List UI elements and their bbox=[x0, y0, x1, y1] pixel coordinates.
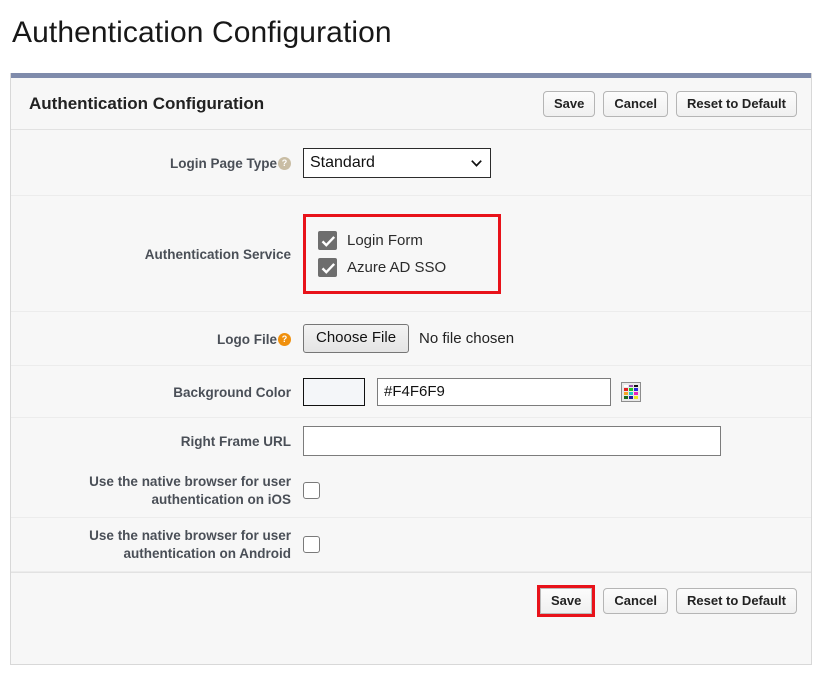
native-browser-ios-field-cell bbox=[303, 482, 793, 499]
form-body: Login Page Type? Standard Authentication… bbox=[11, 130, 811, 572]
cancel-button-top[interactable]: Cancel bbox=[603, 91, 668, 117]
background-color-label-cell: Background Color bbox=[21, 382, 303, 402]
row-authentication-service: Authentication Service Login Form bbox=[11, 196, 811, 312]
native-browser-android-label-cell: Use the native browser for user authenti… bbox=[21, 527, 303, 563]
card-footer: Save Cancel Reset to Default bbox=[11, 572, 811, 628]
native-browser-ios-label-line1: Use the native browser for user bbox=[21, 473, 291, 491]
right-frame-url-input[interactable] bbox=[303, 426, 721, 456]
checkbox-native-browser-ios[interactable] bbox=[303, 482, 320, 499]
login-page-type-label-cell: Login Page Type? bbox=[21, 153, 303, 173]
checkbox-label-login-form: Login Form bbox=[347, 232, 423, 249]
save-button-top[interactable]: Save bbox=[543, 91, 595, 117]
login-page-type-label: Login Page Type bbox=[170, 155, 277, 170]
right-frame-url-label: Right Frame URL bbox=[181, 434, 291, 449]
native-browser-ios-label-cell: Use the native browser for user authenti… bbox=[21, 473, 303, 509]
native-browser-android-label-line1: Use the native browser for user bbox=[21, 527, 291, 545]
reset-to-default-button-top[interactable]: Reset to Default bbox=[676, 91, 797, 117]
color-palette-icon[interactable] bbox=[621, 382, 641, 402]
background-color-label: Background Color bbox=[173, 384, 291, 399]
checkmark-icon bbox=[321, 262, 336, 275]
logo-file-label: Logo File bbox=[217, 331, 277, 346]
authentication-service-label-cell: Authentication Service bbox=[21, 244, 303, 264]
color-swatch-preview[interactable] bbox=[303, 378, 365, 406]
row-background-color: Background Color bbox=[11, 366, 811, 418]
cancel-button-bottom[interactable]: Cancel bbox=[603, 588, 668, 614]
checkbox-row-azure-ad-sso: Azure AD SSO bbox=[318, 254, 446, 281]
row-native-browser-ios: Use the native browser for user authenti… bbox=[11, 464, 811, 518]
authentication-service-field-cell: Login Form Azure AD SSO bbox=[303, 214, 793, 294]
help-circle-icon-logo-file[interactable]: ? bbox=[278, 333, 291, 346]
native-browser-android-field-cell bbox=[303, 536, 793, 553]
row-logo-file: Logo File? Choose File No file chosen bbox=[11, 312, 811, 366]
login-page-type-field-cell: Standard bbox=[303, 148, 793, 178]
row-native-browser-android: Use the native browser for user authenti… bbox=[11, 518, 811, 572]
file-status-text: No file chosen bbox=[419, 330, 514, 347]
help-circle-icon-login-page-type[interactable]: ? bbox=[278, 157, 291, 170]
native-browser-android-label-line2: authentication on Android bbox=[21, 545, 291, 563]
choose-file-button[interactable]: Choose File bbox=[303, 324, 409, 353]
right-frame-url-field-cell bbox=[303, 426, 793, 456]
authentication-service-label: Authentication Service bbox=[145, 246, 291, 261]
save-button-bottom-highlight: Save bbox=[537, 585, 595, 617]
row-right-frame-url: Right Frame URL bbox=[11, 418, 811, 464]
checkbox-label-azure-ad-sso: Azure AD SSO bbox=[347, 259, 446, 276]
background-color-field-cell bbox=[303, 378, 793, 406]
reset-to-default-button-bottom[interactable]: Reset to Default bbox=[676, 588, 797, 614]
page-title: Authentication Configuration bbox=[0, 0, 824, 54]
authentication-configuration-card: Authentication Configuration Save Cancel… bbox=[10, 73, 812, 665]
login-page-type-select-wrap: Standard bbox=[303, 148, 491, 178]
row-login-page-type: Login Page Type? Standard bbox=[11, 130, 811, 196]
checkbox-row-login-form: Login Form bbox=[318, 227, 446, 254]
checkbox-azure-ad-sso[interactable] bbox=[318, 258, 337, 277]
right-frame-url-label-cell: Right Frame URL bbox=[21, 431, 303, 451]
login-page-type-select[interactable]: Standard bbox=[303, 148, 491, 178]
background-color-input[interactable] bbox=[377, 378, 611, 406]
checkbox-login-form[interactable] bbox=[318, 231, 337, 250]
native-browser-ios-label-line2: authentication on iOS bbox=[21, 491, 291, 509]
card-header: Authentication Configuration Save Cancel… bbox=[11, 78, 811, 130]
checkmark-icon bbox=[321, 235, 336, 248]
card-title: Authentication Configuration bbox=[29, 94, 543, 114]
save-button-bottom[interactable]: Save bbox=[540, 588, 592, 614]
logo-file-field-cell: Choose File No file chosen bbox=[303, 324, 793, 353]
authentication-service-highlight-box: Login Form Azure AD SSO bbox=[303, 214, 501, 294]
checkbox-native-browser-android[interactable] bbox=[303, 536, 320, 553]
header-action-group: Save Cancel Reset to Default bbox=[543, 91, 797, 117]
logo-file-label-cell: Logo File? bbox=[21, 329, 303, 349]
